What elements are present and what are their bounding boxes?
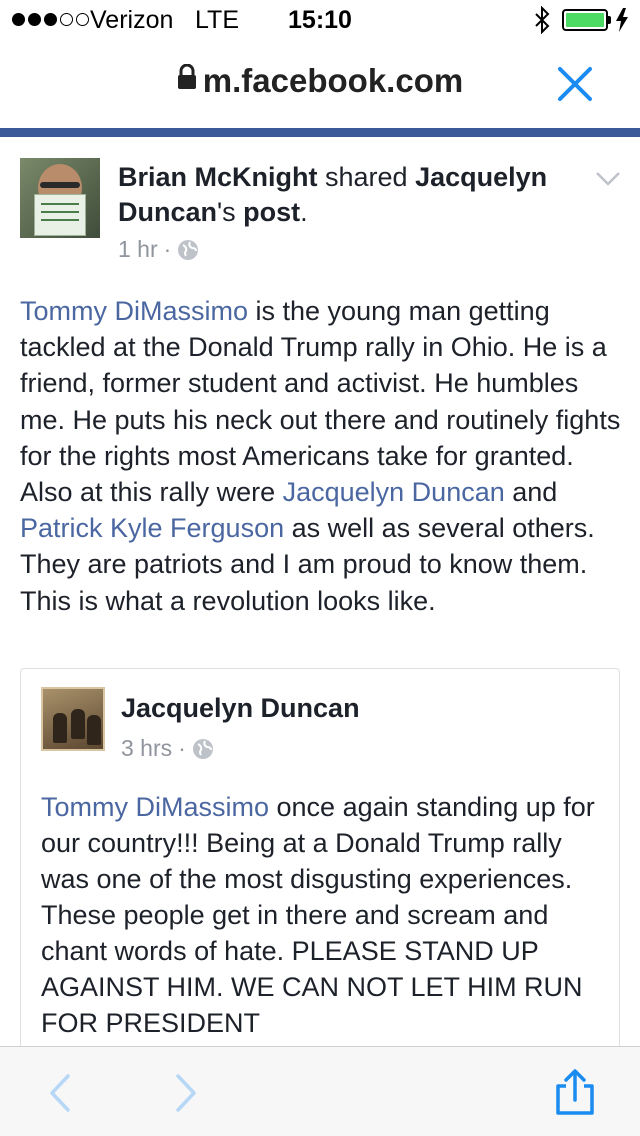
bluetooth-icon (535, 6, 550, 34)
globe-icon (192, 738, 213, 759)
post-timestamp[interactable]: 1 hr (118, 236, 158, 263)
possessive-suffix: 's (217, 197, 244, 227)
browser-toolbar (0, 1046, 640, 1136)
close-icon[interactable] (556, 65, 594, 103)
back-icon[interactable] (46, 1073, 74, 1113)
status-bar: Verizon LTE 15:10 (0, 0, 640, 40)
shared-post-meta: 3 hrs · (121, 735, 214, 762)
post-link[interactable]: post (243, 197, 300, 227)
author-avatar[interactable] (20, 158, 100, 238)
shared-post-card[interactable]: Jacquelyn Duncan 3 hrs · Tommy DiMassimo… (20, 668, 620, 1088)
post-meta: 1 hr · (118, 236, 199, 263)
facebook-header-bar (0, 128, 640, 137)
lock-icon (177, 64, 196, 89)
meta-separator: · (163, 236, 172, 262)
post-header: Brian McKnight shared Jacquelyn Duncan's… (118, 160, 568, 230)
shared-author-avatar[interactable] (41, 687, 105, 751)
period: . (300, 197, 308, 227)
meta-separator: · (178, 735, 186, 761)
battery-icon (562, 9, 608, 31)
share-icon[interactable] (552, 1069, 598, 1117)
browser-address-bar: m.facebook.com (0, 40, 640, 130)
chevron-down-icon[interactable] (594, 170, 622, 188)
shared-post-body: Tommy DiMassimo once again standing up f… (41, 792, 595, 1038)
mention-link[interactable]: Patrick Kyle Ferguson (20, 513, 284, 543)
mention-link[interactable]: Tommy DiMassimo (20, 296, 248, 326)
forward-icon[interactable] (172, 1073, 200, 1113)
mention-link[interactable]: Jacquelyn Duncan (283, 477, 505, 507)
globe-icon (178, 239, 199, 260)
charging-icon (616, 8, 628, 32)
shared-post-timestamp[interactable]: 3 hrs (121, 735, 172, 762)
shared-author-name[interactable]: Jacquelyn Duncan (121, 693, 360, 724)
mention-link[interactable]: Tommy DiMassimo (41, 792, 269, 822)
url-text[interactable]: m.facebook.com (203, 62, 463, 99)
shared-verb: shared (317, 162, 416, 192)
post-body: Tommy DiMassimo is the young man getting… (20, 296, 621, 616)
author-name[interactable]: Brian McKnight (118, 162, 318, 192)
